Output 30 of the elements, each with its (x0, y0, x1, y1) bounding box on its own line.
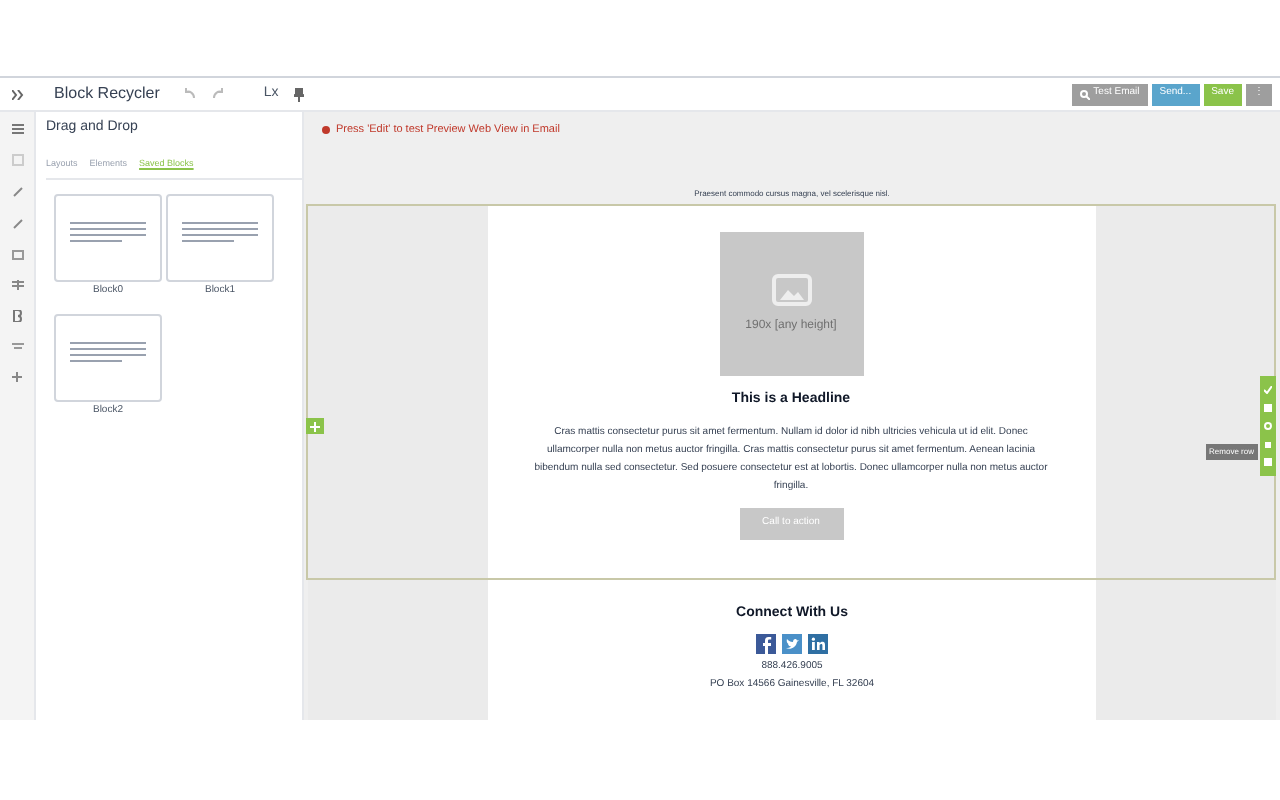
image-icon[interactable] (11, 250, 23, 260)
facebook-icon[interactable] (756, 633, 776, 654)
image-icon (771, 273, 811, 306)
square-icon[interactable] (1264, 458, 1272, 467)
square-icon[interactable] (1264, 403, 1272, 412)
selected-row[interactable] (306, 204, 1276, 581)
square-icon[interactable] (11, 154, 23, 166)
search-icon (1079, 89, 1090, 99)
pencil-icon[interactable] (11, 218, 23, 230)
check-icon[interactable] (1264, 385, 1272, 394)
expand-icon[interactable] (12, 89, 24, 99)
app-title: Block Recycler (54, 82, 160, 106)
linkedin-icon[interactable] (808, 633, 828, 654)
block-thumbnail[interactable] (54, 193, 162, 281)
pin-icon[interactable] (294, 87, 305, 101)
lines-icon[interactable] (11, 342, 23, 352)
block-thumbnail[interactable] (166, 193, 274, 281)
twitter-icon[interactable] (782, 633, 802, 654)
block-thumbnail[interactable] (54, 314, 162, 402)
plus-icon (310, 421, 320, 431)
add-row-button[interactable] (306, 418, 324, 434)
plus-icon[interactable] (12, 372, 22, 382)
menu-icon[interactable] (11, 124, 23, 134)
redo-icon[interactable] (211, 88, 224, 100)
bold-icon[interactable] (12, 310, 22, 322)
refresh-icon[interactable] (1264, 421, 1272, 430)
grid-icon[interactable] (11, 280, 23, 290)
alert-icon (322, 126, 330, 135)
undo-icon[interactable] (183, 88, 196, 100)
pencil-icon[interactable] (11, 186, 23, 198)
